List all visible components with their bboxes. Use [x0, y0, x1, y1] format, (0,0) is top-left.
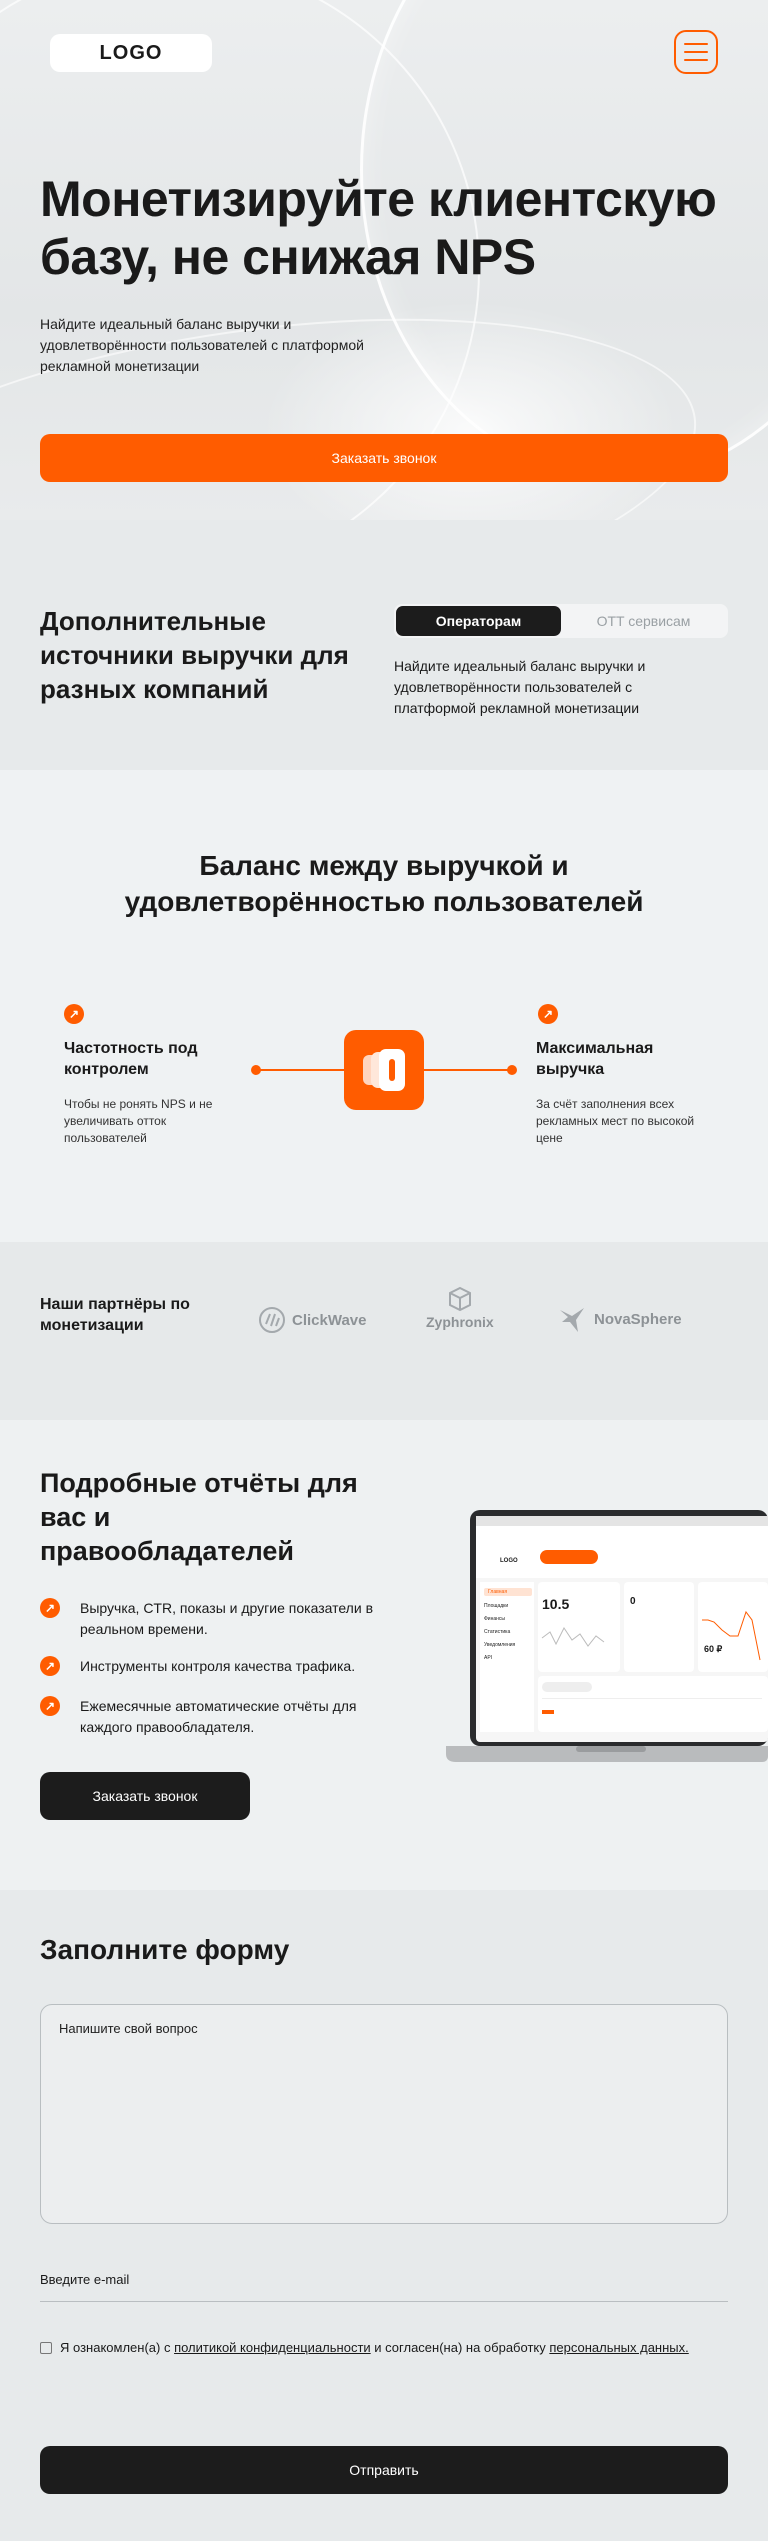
menu-icon[interactable]	[674, 30, 718, 74]
dashboard-nav-home: Главная	[488, 1589, 508, 1595]
clickwave-icon	[259, 1307, 285, 1333]
report-feature-item: ↗ Инструменты контроля качества трафика.	[40, 1656, 380, 1677]
consent-prefix: Я ознакомлен(а) с	[60, 2340, 175, 2355]
partner-novasphere[interactable]: NovaSphere	[558, 1304, 682, 1334]
menu-icon-bar	[684, 59, 708, 61]
report-feature-text: Инструменты контроля качества трафика.	[80, 1658, 356, 1674]
consent-middle: и согласен(на) на обработку	[370, 2340, 550, 2355]
balance-title: Баланс между выручкой и удовлетворённост…	[124, 850, 644, 917]
laptop-illustration	[446, 1510, 768, 1762]
connector-line	[256, 1069, 344, 1071]
hero-section: LOGO Монетизируйте клиентскую базу, не с…	[0, 0, 768, 520]
dashboard-nav-item: Уведомления	[484, 1642, 516, 1648]
platform-logo-icon	[344, 1030, 424, 1110]
dashboard-stat: 10.5	[542, 1596, 570, 1612]
feature-right-title: Максимальная выручка	[536, 1040, 654, 1078]
tab-ott[interactable]: OTT сервисам	[561, 606, 726, 636]
form-section: Заполните форму Напишите свой вопрос Вве…	[0, 1890, 768, 2541]
dashboard-nav-item: Площадки	[484, 1603, 509, 1609]
feature-left-title: Частотность под контролем	[64, 1040, 198, 1078]
hero-title: Монетизируйте клиентскую базу, не снижая…	[40, 171, 717, 285]
sources-text: Найдите идеальный баланс выручки и удовл…	[394, 658, 646, 716]
sources-title: Дополнительные источники выручки для раз…	[40, 606, 349, 704]
page: LOGO Монетизируйте клиентскую базу, не с…	[0, 0, 768, 2541]
partner-zyphronix[interactable]: Zyphronix	[426, 1286, 494, 1330]
consent-text: Я ознакомлен(а) с политикой конфиденциал…	[60, 2338, 689, 2358]
logo[interactable]: LOGO	[50, 34, 212, 72]
hero-subtitle: Найдите идеальный баланс выручки и удовл…	[40, 316, 364, 374]
connector-line	[424, 1069, 512, 1071]
dashboard-nav-item: API	[484, 1655, 493, 1661]
arrow-up-right-icon: ↗	[40, 1598, 60, 1618]
hero-call-button[interactable]: Заказать звонок	[40, 434, 728, 482]
novasphere-icon	[560, 1308, 584, 1332]
partner-name: Zyphronix	[426, 1314, 494, 1330]
feature-left-text: Чтобы не ронять NPS и не увеличивать отт…	[64, 1097, 213, 1145]
report-feature-text: Ежемесячные автоматические отчёты для ка…	[80, 1698, 357, 1735]
arrow-up-right-icon: ↗	[40, 1656, 60, 1676]
question-textarea[interactable]: Напишите свой вопрос	[40, 2004, 728, 2224]
sources-section: Дополнительные источники выручки для раз…	[0, 520, 768, 770]
report-feature-item: ↗ Выручка, CTR, показы и другие показате…	[40, 1598, 380, 1640]
reports-title: Подробные отчёты для вас и правообладате…	[40, 1468, 358, 1566]
laptop-dashboard-image: LOGO Главная Площадки Финансы Статистика…	[446, 1510, 768, 1770]
dashboard-logo: LOGO	[500, 1558, 518, 1564]
form-title: Заполните форму	[40, 1934, 290, 1965]
zyphronix-icon	[448, 1286, 471, 1312]
tab-operators[interactable]: Операторам	[396, 606, 561, 636]
arrow-up-right-icon: ↗	[538, 1004, 558, 1024]
consent-row: Я ознакомлен(а) с политикой конфиденциал…	[40, 2338, 728, 2358]
menu-icon-bar	[684, 51, 708, 53]
arrow-up-right-icon: ↗	[64, 1004, 84, 1024]
partners-title: Наши партнёры по монетизации	[40, 1296, 190, 1334]
report-feature-text: Выручка, CTR, показы и другие показатели…	[80, 1600, 374, 1637]
dashboard-nav-item: Статистика	[484, 1629, 511, 1635]
partner-name: NovaSphere	[594, 1310, 682, 1328]
privacy-policy-link[interactable]: политикой конфиденциальности	[174, 2340, 371, 2355]
platform-logo-icon-shape	[363, 1049, 405, 1091]
submit-button[interactable]: Отправить	[40, 2446, 728, 2494]
dashboard-stat: 60 ₽	[704, 1644, 723, 1654]
menu-icon-bar	[684, 43, 708, 45]
partner-clickwave[interactable]: ClickWave	[258, 1306, 366, 1334]
reports-call-button[interactable]: Заказать звонок	[40, 1772, 250, 1820]
feature-right-text: За счёт заполнения всех рекламных мест п…	[536, 1097, 695, 1145]
reports-section: Подробные отчёты для вас и правообладате…	[0, 1420, 768, 1890]
dashboard-stat: 0	[630, 1596, 636, 1607]
partners-section: Наши партнёры по монетизации ClickWave Z…	[0, 1242, 768, 1420]
email-field[interactable]: Введите e-mail	[40, 2266, 728, 2302]
dashboard-nav-item: Финансы	[484, 1616, 505, 1622]
sources-tabs: Операторам OTT сервисам	[394, 604, 728, 638]
personal-data-link[interactable]: персональных данных.	[549, 2340, 688, 2355]
consent-checkbox[interactable]	[40, 2342, 52, 2354]
arrow-up-right-icon: ↗	[40, 1696, 60, 1716]
report-feature-item: ↗ Ежемесячные автоматические отчёты для …	[40, 1696, 380, 1738]
connector-dot	[507, 1065, 517, 1075]
balance-section: Баланс между выручкой и удовлетворённост…	[0, 770, 768, 1242]
partner-name: ClickWave	[292, 1311, 367, 1329]
